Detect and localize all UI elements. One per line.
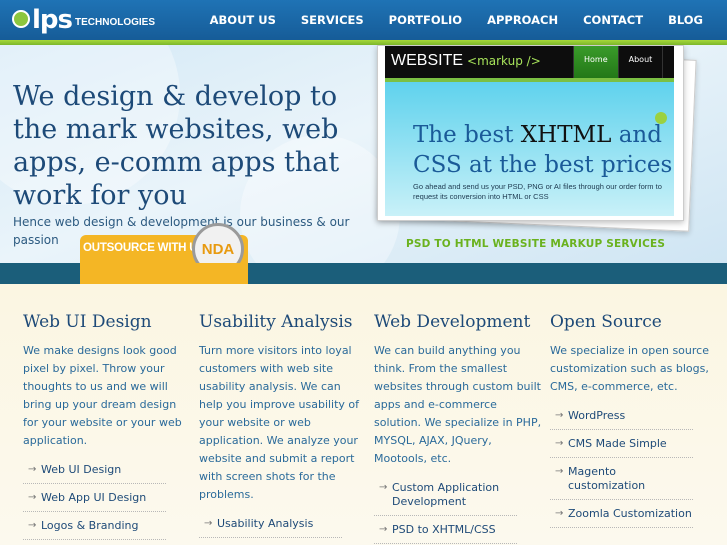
nav-services[interactable]: SERVICES [301, 13, 364, 27]
list-item-label: Magento customization [568, 465, 646, 492]
list-item[interactable]: → Custom Application Development [374, 481, 517, 516]
column-links: → Web UI Design → Web App UI Design → Logos… [23, 463, 191, 540]
arrow-right-icon: → [28, 492, 37, 503]
list-item[interactable]: → CMS Made Simple [550, 437, 693, 458]
nav-blog[interactable]: BLOG [668, 13, 703, 27]
mock-nav: Home About Ex [573, 46, 674, 78]
nda-label: NDA [201, 240, 235, 258]
arrow-right-icon: → [28, 520, 37, 531]
column-web-ui-design: Web UI Design We make designs look good … [23, 312, 191, 545]
nav-approach[interactable]: APPROACH [487, 13, 558, 27]
column-text: We can build anything you think. From th… [374, 344, 542, 465]
column-title: Usability Analysis [199, 312, 353, 332]
list-item-label: Zoomla Customization [568, 507, 692, 520]
list-item-label: Custom Application Development [392, 481, 500, 508]
list-item-label: CMS Made Simple [568, 437, 667, 450]
mock-topbar: WEBSITE<markup /> Home About Ex [385, 46, 674, 78]
list-item[interactable]: → Usability Analysis [199, 517, 342, 538]
list-item[interactable]: → Logos & Branding [23, 519, 166, 540]
mock-brand-code: <markup /> [467, 54, 541, 68]
mock-body: The best XHTML and CSS at the best price… [385, 82, 674, 216]
mock-brand: WEBSITE <markup /> [391, 52, 541, 70]
hero: We design & develop to the mark websites… [0, 45, 727, 263]
mock-nav-home: Home [573, 46, 618, 78]
list-item-label: WordPress [568, 409, 626, 422]
list-item-label: Web App UI Design [41, 491, 147, 504]
mock-headline-bold: XHTML [520, 122, 612, 148]
mock-brand-text: WEBSITE [391, 52, 464, 69]
list-item[interactable]: → Web UI Design [23, 463, 166, 484]
list-item[interactable]: → Magento customization [550, 465, 693, 500]
column-open-source: Open Source We specialize in open source… [550, 312, 718, 535]
arrow-right-icon: → [555, 466, 564, 477]
list-item-label: Usability Analysis [217, 517, 314, 530]
outsource-tab[interactable]: OUTSOURCE WITH US NDA [80, 223, 248, 263]
hero-title: We design & develop to the mark websites… [13, 81, 340, 211]
mock-nav-about: About [617, 46, 663, 78]
psd-to-html-link[interactable]: PSD TO HTML WEBSITE MARKUP SERVICES [406, 238, 665, 250]
list-item[interactable]: → PSD to XHTML/CSS [374, 523, 517, 544]
nav-about-us[interactable]: ABOUT US [210, 13, 276, 27]
arrow-right-icon: → [379, 482, 388, 493]
column-text: We specialize in open source customizati… [550, 344, 709, 393]
column-web-development: Web Development We can build anything yo… [374, 312, 542, 545]
column-title: Web Development [374, 312, 531, 332]
logo-text: lps [32, 5, 73, 35]
logo-subtitle: TECHNOLOGIES [75, 17, 156, 28]
main-nav: ABOUT US SERVICES PORTFOLIO APPROACH CON… [185, 0, 703, 40]
outsource-tab-base [80, 263, 248, 284]
outsource-label: OUTSOURCE WITH US [83, 242, 205, 254]
list-item[interactable]: → Web App UI Design [23, 491, 166, 512]
list-item-label: Logos & Branding [41, 519, 139, 532]
services-columns: Web UI Design We make designs look good … [0, 284, 727, 545]
arrow-right-icon: → [379, 524, 388, 535]
arrow-right-icon: → [204, 518, 213, 529]
mock-headline-part: The best [413, 122, 521, 148]
list-item[interactable]: → WordPress [550, 409, 693, 430]
arrow-right-icon: → [555, 508, 564, 519]
column-links: → Usability Analysis [199, 517, 367, 538]
list-item-label: Web UI Design [41, 463, 122, 476]
column-links: → WordPress → CMS Made Simple → Magento cus… [550, 409, 718, 528]
column-links: → Custom Application Development → PSD to … [374, 481, 542, 544]
column-text: We make designs look good pixel by pixel… [23, 344, 182, 447]
column-title: Web UI Design [23, 312, 152, 332]
nav-contact[interactable]: CONTACT [583, 13, 643, 27]
column-title: Open Source [550, 312, 662, 332]
mock-headline: The best XHTML and CSS at the best price… [413, 120, 673, 180]
mock-description: Go ahead and send us your PSD, PNG or AI… [413, 182, 662, 201]
mock-inner: WEBSITE<markup /> Home About Ex The best… [385, 46, 674, 216]
mock-nav-ex: Ex [662, 46, 674, 78]
logo-mark-icon [12, 10, 30, 28]
nav-portfolio[interactable]: PORTFOLIO [389, 13, 462, 27]
arrow-right-icon: → [555, 410, 564, 421]
list-item[interactable]: → Zoomla Customization [550, 507, 693, 528]
website-markup-preview[interactable]: WEBSITE<markup /> Home About Ex The best… [377, 45, 684, 221]
arrow-right-icon: → [555, 438, 564, 449]
site-header: lps TECHNOLOGIES ABOUT US SERVICES PORTF… [0, 0, 727, 40]
column-usability-analysis: Usability Analysis Turn more visitors in… [199, 312, 367, 545]
logo[interactable]: lps TECHNOLOGIES [12, 4, 155, 34]
list-item-label: PSD to XHTML/CSS [392, 523, 496, 536]
column-text: Turn more visitors into loyal customers … [199, 344, 360, 501]
arrow-right-icon: → [28, 464, 37, 475]
